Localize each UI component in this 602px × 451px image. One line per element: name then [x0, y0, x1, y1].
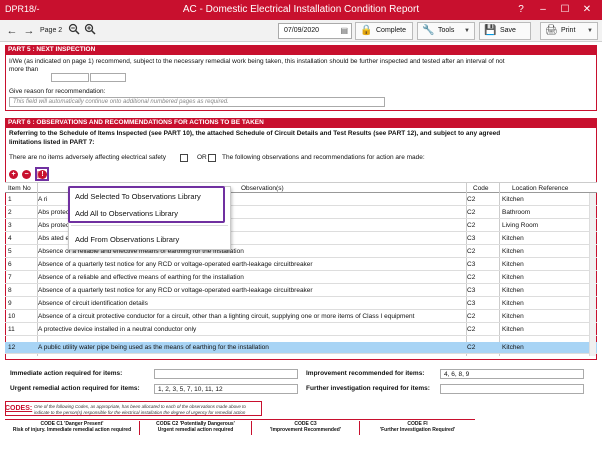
improvement-items-value: 4, 6, 8, 9 [444, 371, 470, 378]
forward-arrow-icon[interactable]: → [21, 23, 37, 39]
col-code: Code [473, 185, 489, 192]
improvement-label: Improvement recommended for items: [306, 370, 425, 377]
close-button[interactable]: ✕ [578, 2, 596, 18]
help-icon[interactable]: ? [512, 2, 530, 18]
urgent-label: Urgent remedial action required for item… [10, 385, 140, 392]
back-arrow-icon[interactable]: ← [4, 23, 20, 39]
chevron-down-icon: ▼ [587, 28, 593, 34]
table-row[interactable]: 11 A protective device installed in a neu… [5, 324, 597, 336]
part6-heading: PART 6 : OBSERVATIONS AND RECOMMENDATION… [5, 118, 597, 128]
col-item-no: Item No [8, 185, 31, 192]
reason-input[interactable]: This field will automatically continue o… [9, 97, 385, 107]
code-c1-cell: CODE C1 'Danger Present' Risk of injury.… [5, 421, 139, 435]
interval-field[interactable] [51, 73, 89, 82]
maximize-button[interactable]: ☐ [556, 2, 574, 18]
col-observations: Observation(s) [241, 185, 284, 192]
minimize-button[interactable]: – [534, 2, 552, 18]
improvement-items-field[interactable]: 4, 6, 8, 9 [440, 369, 584, 379]
code-fi-cell: CODE FI 'Further Investigation Required' [359, 421, 475, 435]
print-button[interactable]: 🖨 Print ▼ [540, 22, 598, 40]
floppy-disk-icon: 💾 [484, 25, 497, 36]
report-date-field[interactable]: 07/09/2020 ▤ [278, 23, 352, 39]
tools-label: Tools [438, 27, 455, 34]
no-items-checkbox[interactable] [180, 154, 188, 162]
date-value: 07/09/2020 [284, 27, 320, 34]
immediate-items-field[interactable] [154, 369, 298, 379]
code-c3-desc: 'Improvement Recommended' [269, 427, 341, 433]
table-row-selected[interactable]: 12 A public utility water pipe being used… [5, 342, 597, 354]
codes-divider [5, 419, 475, 420]
or-label: OR [197, 154, 207, 161]
interval-unit-field[interactable] [90, 73, 126, 82]
codes-label: CODES: [5, 405, 33, 412]
zoom-in-icon[interactable] [82, 23, 98, 39]
menu-highlight-box [68, 186, 225, 223]
following-label: The following observations and recommend… [222, 154, 425, 161]
reason-label: Give reason for recommendation: [9, 88, 106, 95]
wrench-icon: 🔧 [422, 25, 435, 36]
library-icon[interactable]: ! [38, 170, 47, 179]
code-c2-desc: Urgent remedial action required [157, 427, 234, 433]
code-fi-desc: 'Further Investigation Required' [379, 427, 456, 433]
save-label: Save [500, 27, 516, 34]
code-c3-cell: CODE C3 'Improvement Recommended' [251, 421, 359, 435]
add-row-icon[interactable]: + [9, 170, 18, 179]
investigation-label: Further investigation required for items… [306, 385, 430, 392]
col-location: Location Reference [512, 185, 569, 192]
part5-heading: PART 5 : NEXT INSPECTION [5, 45, 597, 55]
print-label: Print [561, 27, 576, 34]
codes-note: One of the following Codes, as appropria… [34, 404, 246, 415]
code-c1-desc: Risk of injury. Immediate remedial actio… [12, 427, 132, 433]
table-row[interactable]: 6 Absence of a quarterly test notice for … [5, 259, 597, 271]
complete-label: Complete [376, 27, 406, 34]
zoom-out-icon[interactable] [66, 23, 82, 39]
part5-recommend-text: I/We (as indicated on page 1) recommend,… [9, 58, 505, 65]
table-row[interactable]: 9 Absence of circuit identification detai… [5, 298, 597, 310]
part5-more-than-text: more than [9, 66, 39, 73]
investigation-items-field[interactable] [440, 384, 584, 394]
urgent-items-value: 1, 2, 3, 5, 7, 10, 11, 12 [158, 386, 223, 393]
calendar-icon[interactable]: ▤ [340, 24, 348, 38]
reason-placeholder: This field will automatically continue o… [13, 99, 229, 105]
save-button[interactable]: 💾 Save [479, 22, 531, 40]
table-row[interactable]: 8 Absence of a quarterly test notice for … [5, 285, 597, 297]
code-c2-cell: CODE C2 'Potentially Dangerous' Urgent r… [139, 421, 251, 435]
part6-intro-line1: Referring to the Schedule of Items Inspe… [9, 130, 501, 137]
urgent-items-field[interactable]: 1, 2, 3, 5, 7, 10, 11, 12 [154, 384, 298, 394]
no-items-label: There are no items adversely affecting e… [9, 154, 167, 161]
table-row[interactable]: 10 Absence of a circuit protective conduc… [5, 311, 597, 323]
part6-intro-line2: limitations listed in PART 7: [9, 139, 95, 146]
remove-row-icon[interactable]: − [22, 170, 31, 179]
complete-button[interactable]: 🔒 Complete [355, 22, 413, 40]
menu-separator [71, 225, 228, 226]
immediate-label: Immediate action required for items: [10, 370, 123, 377]
title-bar: DPR18/- AC - Domestic Electrical Install… [0, 0, 602, 20]
chevron-down-icon: ▼ [464, 28, 470, 34]
toolbar: ← → Page 2 07/09/2020 ▤ 🔒 Complete 🔧 Too… [0, 20, 602, 42]
table-row[interactable]: 7 Absence of a reliable and effective mea… [5, 272, 597, 284]
add-from-library-item[interactable]: Add From Observations Library [75, 235, 179, 245]
following-checkbox[interactable] [208, 154, 216, 162]
printer-icon: 🖨 [545, 25, 558, 36]
table-scrollbar[interactable] [589, 193, 596, 356]
page-indicator: Page 2 [40, 27, 63, 34]
tools-button[interactable]: 🔧 Tools ▼ [417, 22, 475, 40]
lock-icon: 🔒 [360, 25, 373, 36]
